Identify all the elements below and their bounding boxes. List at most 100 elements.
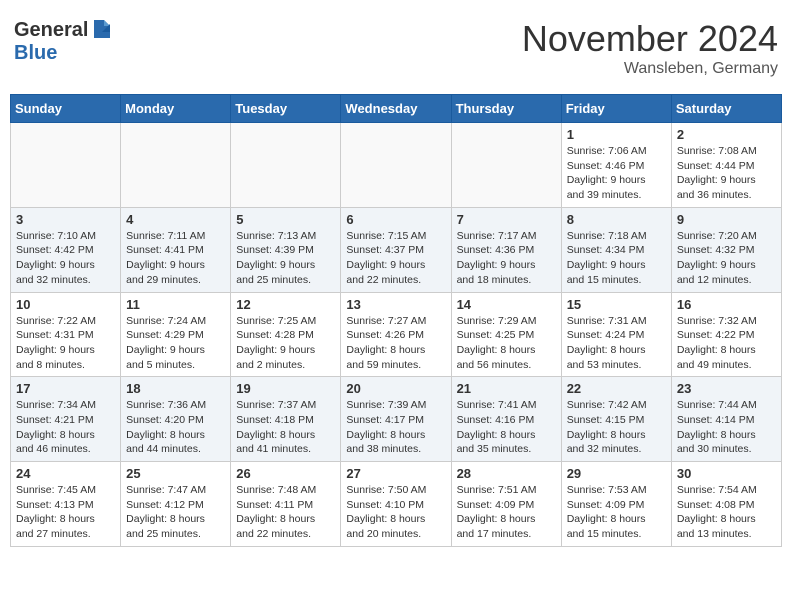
calendar-cell: 21 Sunrise: 7:41 AM Sunset: 4:16 PM Dayli…	[451, 377, 561, 462]
day-info: Sunrise: 7:06 AM Sunset: 4:46 PM Dayligh…	[567, 144, 666, 203]
calendar-cell: 20Sunrise: 7:39 AM Sunset: 4:17 PM Dayli…	[341, 377, 451, 462]
day-info: Sunrise: 7:37 AM Sunset: 4:18 PM Dayligh…	[236, 398, 335, 457]
weekday-header-wednesday: Wednesday	[341, 95, 451, 123]
calendar-cell: 6Sunrise: 7:15 AM Sunset: 4:37 PM Daylig…	[341, 207, 451, 292]
day-number: 6	[346, 212, 445, 227]
logo-general-text: General	[14, 19, 88, 42]
weekday-header-row: SundayMondayTuesdayWednesdayThursdayFrid…	[11, 95, 782, 123]
calendar-cell: 28 Sunrise: 7:51 AM Sunset: 4:09 PM Dayli…	[451, 462, 561, 547]
calendar-cell: 5 Sunrise: 7:13 AM Sunset: 4:39 PM Daylig…	[231, 207, 341, 292]
day-number: 12	[236, 297, 335, 312]
day-info: Sunrise: 7:29 AM Sunset: 4:25 PM Dayligh…	[457, 314, 556, 373]
calendar-cell: 3 Sunrise: 7:10 AM Sunset: 4:42 PM Daylig…	[11, 207, 121, 292]
day-number: 28	[457, 466, 556, 481]
day-number: 4	[126, 212, 225, 227]
day-number: 30	[677, 466, 776, 481]
day-number: 13	[346, 297, 445, 312]
calendar-cell: 14 Sunrise: 7:29 AM Sunset: 4:25 PM Dayli…	[451, 292, 561, 377]
day-info: Sunrise: 7:51 AM Sunset: 4:09 PM Dayligh…	[457, 483, 556, 542]
calendar-cell: 2 Sunrise: 7:08 AM Sunset: 4:44 PM Daylig…	[671, 123, 781, 208]
week-row-1: 1 Sunrise: 7:06 AM Sunset: 4:46 PM Daylig…	[11, 123, 782, 208]
day-info: Sunrise: 7:45 AM Sunset: 4:13 PM Dayligh…	[16, 483, 115, 542]
day-number: 1	[567, 127, 666, 142]
logo: General Blue	[14, 18, 114, 65]
day-number: 21	[457, 381, 556, 396]
calendar-cell: 25 Sunrise: 7:47 AM Sunset: 4:12 PM Dayli…	[121, 462, 231, 547]
day-number: 29	[567, 466, 666, 481]
day-number: 24	[16, 466, 115, 481]
calendar-cell	[121, 123, 231, 208]
day-info: Sunrise: 7:11 AM Sunset: 4:41 PM Dayligh…	[126, 229, 225, 288]
logo-blue-text: Blue	[14, 42, 57, 64]
day-info: Sunrise: 7:13 AM Sunset: 4:39 PM Dayligh…	[236, 229, 335, 288]
day-info: Sunrise: 7:42 AM Sunset: 4:15 PM Dayligh…	[567, 398, 666, 457]
day-info: Sunrise: 7:18 AM Sunset: 4:34 PM Dayligh…	[567, 229, 666, 288]
day-number: 2	[677, 127, 776, 142]
calendar: SundayMondayTuesdayWednesdayThursdayFrid…	[10, 94, 782, 547]
day-number: 23	[677, 381, 776, 396]
day-info: Sunrise: 7:47 AM Sunset: 4:12 PM Dayligh…	[126, 483, 225, 542]
calendar-cell	[451, 123, 561, 208]
day-info: Sunrise: 7:20 AM Sunset: 4:32 PM Dayligh…	[677, 229, 776, 288]
day-number: 19	[236, 381, 335, 396]
day-info: Sunrise: 7:24 AM Sunset: 4:29 PM Dayligh…	[126, 314, 225, 373]
weekday-header-tuesday: Tuesday	[231, 95, 341, 123]
day-number: 25	[126, 466, 225, 481]
week-row-5: 24 Sunrise: 7:45 AM Sunset: 4:13 PM Dayli…	[11, 462, 782, 547]
day-info: Sunrise: 7:22 AM Sunset: 4:31 PM Dayligh…	[16, 314, 115, 373]
calendar-cell: 4 Sunrise: 7:11 AM Sunset: 4:41 PM Daylig…	[121, 207, 231, 292]
day-info: Sunrise: 7:31 AM Sunset: 4:24 PM Dayligh…	[567, 314, 666, 373]
week-row-3: 10Sunrise: 7:22 AM Sunset: 4:31 PM Dayli…	[11, 292, 782, 377]
day-info: Sunrise: 7:27 AM Sunset: 4:26 PM Dayligh…	[346, 314, 445, 373]
day-info: Sunrise: 7:25 AM Sunset: 4:28 PM Dayligh…	[236, 314, 335, 373]
day-number: 8	[567, 212, 666, 227]
day-number: 27	[346, 466, 445, 481]
day-number: 14	[457, 297, 556, 312]
calendar-cell: 22 Sunrise: 7:42 AM Sunset: 4:15 PM Dayli…	[561, 377, 671, 462]
calendar-cell: 7Sunrise: 7:17 AM Sunset: 4:36 PM Daylig…	[451, 207, 561, 292]
day-info: Sunrise: 7:36 AM Sunset: 4:20 PM Dayligh…	[126, 398, 225, 457]
weekday-header-sunday: Sunday	[11, 95, 121, 123]
day-number: 17	[16, 381, 115, 396]
weekday-header-monday: Monday	[121, 95, 231, 123]
calendar-cell: 16 Sunrise: 7:32 AM Sunset: 4:22 PM Dayli…	[671, 292, 781, 377]
calendar-cell: 10Sunrise: 7:22 AM Sunset: 4:31 PM Dayli…	[11, 292, 121, 377]
title-area: November 2024 Wansleben, Germany	[522, 18, 778, 78]
calendar-cell: 15Sunrise: 7:31 AM Sunset: 4:24 PM Dayli…	[561, 292, 671, 377]
calendar-cell	[231, 123, 341, 208]
day-number: 22	[567, 381, 666, 396]
day-info: Sunrise: 7:08 AM Sunset: 4:44 PM Dayligh…	[677, 144, 776, 203]
day-info: Sunrise: 7:17 AM Sunset: 4:36 PM Dayligh…	[457, 229, 556, 288]
calendar-cell: 24 Sunrise: 7:45 AM Sunset: 4:13 PM Dayli…	[11, 462, 121, 547]
calendar-cell: 19 Sunrise: 7:37 AM Sunset: 4:18 PM Dayli…	[231, 377, 341, 462]
week-row-4: 17Sunrise: 7:34 AM Sunset: 4:21 PM Dayli…	[11, 377, 782, 462]
day-number: 16	[677, 297, 776, 312]
day-number: 26	[236, 466, 335, 481]
day-number: 5	[236, 212, 335, 227]
calendar-cell: 30 Sunrise: 7:54 AM Sunset: 4:08 PM Dayli…	[671, 462, 781, 547]
calendar-cell: 9 Sunrise: 7:20 AM Sunset: 4:32 PM Daylig…	[671, 207, 781, 292]
calendar-cell: 26 Sunrise: 7:48 AM Sunset: 4:11 PM Dayli…	[231, 462, 341, 547]
weekday-header-thursday: Thursday	[451, 95, 561, 123]
day-info: Sunrise: 7:32 AM Sunset: 4:22 PM Dayligh…	[677, 314, 776, 373]
day-info: Sunrise: 7:53 AM Sunset: 4:09 PM Dayligh…	[567, 483, 666, 542]
week-row-2: 3 Sunrise: 7:10 AM Sunset: 4:42 PM Daylig…	[11, 207, 782, 292]
month-title: November 2024	[522, 18, 778, 60]
day-info: Sunrise: 7:54 AM Sunset: 4:08 PM Dayligh…	[677, 483, 776, 542]
day-number: 9	[677, 212, 776, 227]
calendar-cell: 17Sunrise: 7:34 AM Sunset: 4:21 PM Dayli…	[11, 377, 121, 462]
day-info: Sunrise: 7:10 AM Sunset: 4:42 PM Dayligh…	[16, 229, 115, 288]
day-number: 18	[126, 381, 225, 396]
calendar-cell: 29 Sunrise: 7:53 AM Sunset: 4:09 PM Dayli…	[561, 462, 671, 547]
calendar-cell: 18 Sunrise: 7:36 AM Sunset: 4:20 PM Dayli…	[121, 377, 231, 462]
calendar-cell	[11, 123, 121, 208]
day-number: 3	[16, 212, 115, 227]
day-info: Sunrise: 7:48 AM Sunset: 4:11 PM Dayligh…	[236, 483, 335, 542]
day-info: Sunrise: 7:41 AM Sunset: 4:16 PM Dayligh…	[457, 398, 556, 457]
calendar-cell: 8 Sunrise: 7:18 AM Sunset: 4:34 PM Daylig…	[561, 207, 671, 292]
calendar-cell: 12 Sunrise: 7:25 AM Sunset: 4:28 PM Dayli…	[231, 292, 341, 377]
day-info: Sunrise: 7:50 AM Sunset: 4:10 PM Dayligh…	[346, 483, 445, 542]
location: Wansleben, Germany	[522, 60, 778, 78]
calendar-cell: 23Sunrise: 7:44 AM Sunset: 4:14 PM Dayli…	[671, 377, 781, 462]
day-number: 11	[126, 297, 225, 312]
